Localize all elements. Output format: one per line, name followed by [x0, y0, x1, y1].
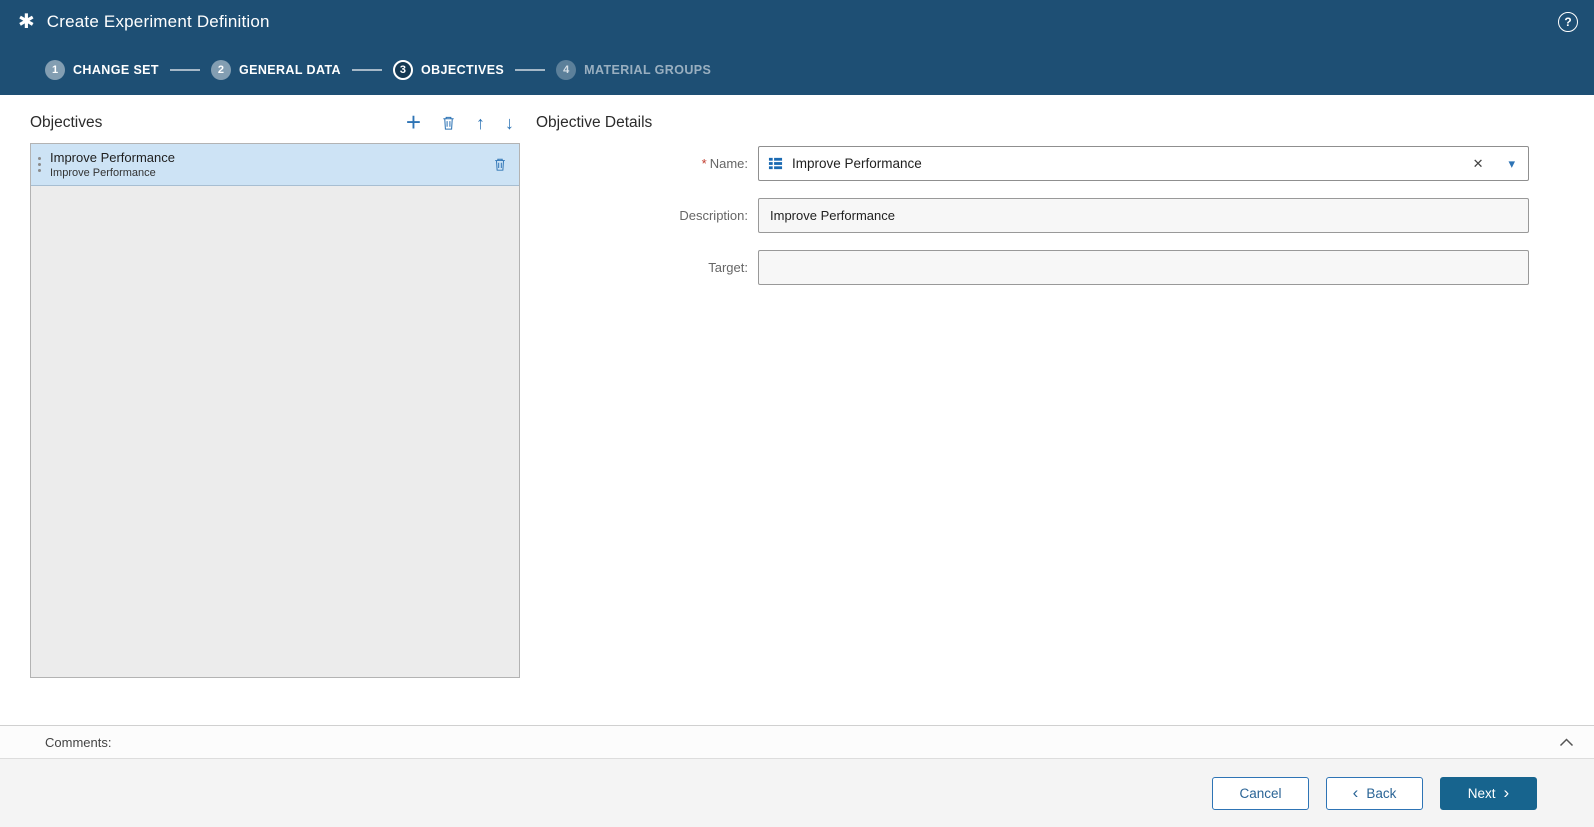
objective-list-item-selected[interactable]: Improve Performance Improve Performance [31, 144, 519, 186]
description-input[interactable] [758, 198, 1529, 233]
name-field-row: *Name: Improve Performance ✕ ▾ [520, 146, 1529, 181]
objective-item-text: Improve Performance Improve Performance [50, 150, 175, 179]
step-2-label: GENERAL DATA [239, 63, 341, 77]
objective-details-panel: Objective Details *Name: Improve Perform… [520, 105, 1594, 725]
step-general-data[interactable]: 2 GENERAL DATA [211, 60, 341, 80]
drag-handle-icon[interactable] [38, 157, 41, 172]
objective-details-title: Objective Details [536, 105, 1529, 141]
back-button-label: Back [1366, 786, 1396, 801]
chevron-down-icon[interactable]: ▾ [1500, 154, 1519, 174]
back-button[interactable]: ‹ Back [1326, 777, 1423, 810]
comments-label: Comments: [45, 735, 111, 750]
main-content: Objectives + ↑ ↓ Improve Performance Imp… [0, 95, 1594, 725]
step-1-circle: 1 [45, 60, 65, 80]
objective-type-table-icon [768, 156, 783, 171]
objectives-toolbar: + ↑ ↓ [406, 114, 520, 132]
add-objective-button[interactable]: + [406, 112, 421, 132]
step-objectives[interactable]: 3 OBJECTIVES [393, 60, 504, 80]
move-down-button[interactable]: ↓ [505, 114, 514, 132]
step-1-label: CHANGE SET [73, 63, 159, 77]
step-material-groups[interactable]: 4 MATERIAL GROUPS [556, 60, 711, 80]
move-up-button[interactable]: ↑ [476, 114, 485, 132]
chevron-left-icon: ‹ [1353, 784, 1359, 801]
footer-button-bar: Cancel ‹ Back Next › [0, 758, 1594, 827]
step-connector [352, 69, 382, 71]
cancel-button-label: Cancel [1239, 786, 1281, 801]
step-3-circle: 3 [393, 60, 413, 80]
objectives-panel-header: Objectives + ↑ ↓ [30, 105, 520, 141]
asterisk-app-icon: ✱ [18, 12, 35, 32]
step-change-set[interactable]: 1 CHANGE SET [45, 60, 159, 80]
step-4-label: MATERIAL GROUPS [584, 63, 711, 77]
required-marker: * [702, 156, 707, 171]
objectives-panel: Objectives + ↑ ↓ Improve Performance Imp… [30, 105, 520, 725]
name-combobox-value: Improve Performance [792, 156, 922, 171]
target-field-label: Target: [520, 260, 758, 275]
target-field-row: Target: [520, 250, 1529, 285]
collapse-comments-button[interactable] [1559, 738, 1574, 747]
delete-objective-button[interactable] [441, 115, 456, 131]
objective-details-form: *Name: Improve Performance ✕ ▾ Descr [520, 146, 1529, 285]
trash-icon [493, 157, 507, 172]
help-icon[interactable]: ? [1558, 12, 1578, 32]
step-2-circle: 2 [211, 60, 231, 80]
cancel-button[interactable]: Cancel [1212, 777, 1309, 810]
dialog-title: Create Experiment Definition [47, 12, 270, 32]
description-field-row: Description: [520, 198, 1529, 233]
step-connector [515, 69, 545, 71]
wizard-stepper: 1 CHANGE SET 2 GENERAL DATA 3 OBJECTIVES… [0, 44, 1594, 95]
description-field-label: Description: [520, 208, 758, 223]
comments-bar: Comments: [0, 725, 1594, 758]
step-4-circle: 4 [556, 60, 576, 80]
dialog-header: ✱ Create Experiment Definition ? [0, 0, 1594, 44]
chevron-up-icon [1559, 738, 1574, 747]
step-3-label: OBJECTIVES [421, 63, 504, 77]
objective-item-subtitle: Improve Performance [50, 167, 175, 179]
name-field-label: *Name: [520, 156, 758, 171]
name-combobox[interactable]: Improve Performance ✕ ▾ [758, 146, 1529, 181]
objective-item-delete-button[interactable] [493, 157, 507, 172]
objectives-list: Improve Performance Improve Performance [30, 143, 520, 678]
name-label-text: Name: [710, 156, 748, 171]
step-connector [170, 69, 200, 71]
objective-item-title: Improve Performance [50, 150, 175, 165]
trash-icon [441, 115, 456, 131]
clear-icon[interactable]: ✕ [1465, 154, 1492, 174]
objectives-title: Objectives [30, 114, 102, 132]
target-input[interactable] [758, 250, 1529, 285]
next-button[interactable]: Next › [1440, 777, 1537, 810]
chevron-right-icon: › [1504, 784, 1510, 801]
next-button-label: Next [1468, 786, 1496, 801]
